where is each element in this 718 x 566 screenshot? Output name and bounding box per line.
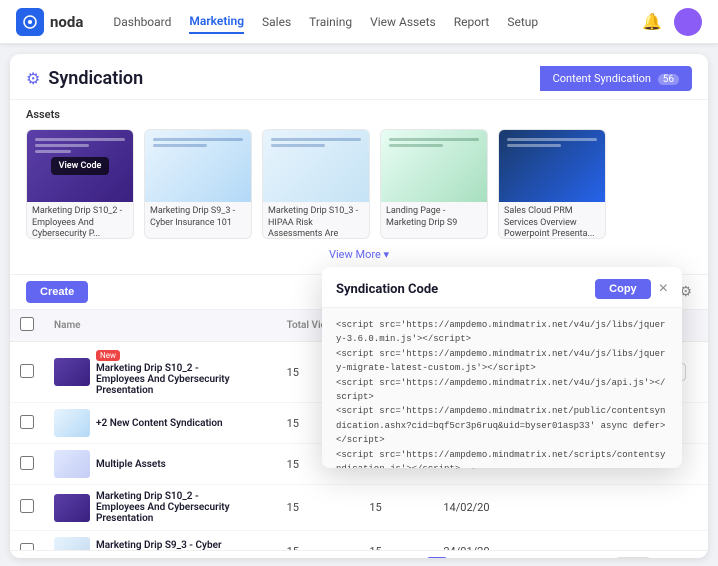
nav-report[interactable]: Report: [454, 11, 490, 33]
row-created-on: 14/02/20: [433, 485, 523, 531]
row-checkbox[interactable]: [20, 499, 34, 513]
asset-name-3: Marketing Drip S10_3 - HIPAA Risk Assess…: [263, 202, 369, 238]
asset-thumb-3: [263, 130, 369, 202]
pagination: Showing 1 to 10 of 103 entries 1 2 3 4 5…: [10, 550, 708, 558]
modal-header: Syndication Code Copy ×: [322, 267, 682, 308]
syndication-icon: ⚙: [26, 69, 40, 88]
modal-header-right: Copy ×: [595, 279, 668, 299]
table-row: Marketing Drip S9_3 - Cyber Insurance 10…: [10, 531, 708, 551]
row-created-on: 24/01/20: [433, 531, 523, 551]
page-title-row: ⚙ Syndication: [26, 68, 143, 89]
asset-thumb-2: [145, 130, 251, 202]
copy-button[interactable]: Copy: [595, 279, 651, 299]
logo-icon: [16, 8, 44, 36]
code-line: <script src='https://ampdemo.mindmatrix.…: [336, 318, 668, 347]
bell-icon[interactable]: 🔔: [642, 12, 662, 31]
page-5[interactable]: 5: [530, 557, 552, 558]
assets-grid: View Code Marketing Drip S10_2 - Employe…: [26, 129, 692, 239]
new-badge: New: [96, 350, 120, 361]
row-thumbnail: [54, 409, 90, 437]
asset-name-5: Sales Cloud PRM Services Overview Powerp…: [499, 202, 605, 238]
asset-card-4[interactable]: Landing Page - Marketing Drip S9: [380, 129, 488, 239]
col-name: Name: [44, 310, 277, 342]
row-name: Marketing Drip S10_2 - Employees And Cyb…: [96, 491, 236, 524]
row-total-views: 15: [277, 531, 360, 551]
top-nav: noda Dashboard Marketing Sales Training …: [0, 0, 718, 44]
page-header: ⚙ Syndication Content Syndication 56: [10, 54, 708, 100]
nav-marketing[interactable]: Marketing: [189, 10, 244, 34]
asset-thumb-1: View Code: [27, 130, 133, 202]
row-checkbox[interactable]: [20, 415, 34, 429]
row-checkbox[interactable]: [20, 543, 34, 551]
code-line: <script src='https://ampdemo.mindmatrix.…: [336, 404, 668, 447]
asset-thumb-4: [381, 130, 487, 202]
view-more-row: View More ▾: [26, 239, 692, 266]
pagination-pages: 1 2 3 4 5 Go to Page Go ›: [426, 557, 692, 558]
main-page: ⚙ Syndication Content Syndication 56 Ass…: [10, 54, 708, 558]
view-code-overlay-btn[interactable]: View Code: [51, 157, 110, 175]
nav-view-assets[interactable]: View Assets: [370, 11, 436, 33]
row-name: Marketing Drip S9_3 - Cyber Insurance 10…: [96, 540, 236, 550]
row-name: +2 New Content Syndication: [96, 418, 223, 429]
row-thumbnail: [54, 494, 90, 522]
row-name: Marketing Drip S10_2 - Employees And Cyb…: [96, 363, 236, 396]
row-thumbnail: [54, 358, 90, 386]
assets-section: Assets View Code Marketing Drip S10_2 - …: [10, 100, 708, 274]
page-title: Syndication: [48, 68, 143, 89]
page-3[interactable]: 3: [478, 557, 500, 558]
syndication-code-modal: Syndication Code Copy × <script src='htt…: [322, 267, 682, 468]
modal-code-block: <script src='https://ampdemo.mindmatrix.…: [322, 308, 682, 468]
page-tabs: Content Syndication 56: [540, 66, 692, 91]
view-more-link[interactable]: View More ▾: [329, 248, 389, 261]
row-name: Multiple Assets: [96, 459, 166, 470]
page-2[interactable]: 2: [452, 557, 474, 558]
modal-title: Syndication Code: [336, 282, 438, 297]
asset-name-2: Marketing Drip S9_3 - Cyber Insurance 10…: [145, 202, 251, 238]
create-button[interactable]: Create: [26, 281, 88, 303]
row-checkbox[interactable]: [20, 456, 34, 470]
table-row: Marketing Drip S10_2 - Employees And Cyb…: [10, 485, 708, 531]
nav-logo[interactable]: noda: [16, 8, 83, 36]
row-updated-on: [524, 485, 614, 531]
row-form-fills: 15: [359, 531, 433, 551]
row-thumbnail: [54, 450, 90, 478]
select-all-checkbox[interactable]: [20, 317, 34, 331]
user-avatar[interactable]: [674, 8, 702, 36]
code-line: <script src='https://ampdemo.mindmatrix.…: [336, 376, 668, 405]
row-thumbnail: [54, 537, 90, 550]
row-form-fills: 15: [359, 485, 433, 531]
modal-close-button[interactable]: ×: [659, 280, 668, 298]
asset-card-1[interactable]: View Code Marketing Drip S10_2 - Employe…: [26, 129, 134, 239]
assets-label: Assets: [26, 108, 692, 121]
logo-text: noda: [50, 13, 83, 31]
asset-name-4: Landing Page - Marketing Drip S9: [381, 202, 487, 238]
code-line: <script src='https://ampdemo.mindmatrix.…: [336, 448, 668, 468]
nav-links: Dashboard Marketing Sales Training View …: [113, 10, 642, 34]
asset-card-3[interactable]: Marketing Drip S10_3 - HIPAA Risk Assess…: [262, 129, 370, 239]
asset-thumb-5: [499, 130, 605, 202]
go-to-page-input[interactable]: [615, 557, 651, 558]
nav-right: 🔔: [642, 8, 702, 36]
tab-content-syndication[interactable]: Content Syndication 56: [540, 66, 692, 91]
row-checkbox[interactable]: [20, 364, 34, 378]
nav-training[interactable]: Training: [309, 11, 352, 33]
nav-dashboard[interactable]: Dashboard: [113, 11, 171, 33]
page-1[interactable]: 1: [426, 557, 448, 558]
row-total-views: 15: [277, 485, 360, 531]
code-line: <script src='https://ampdemo.mindmatrix.…: [336, 347, 668, 376]
asset-overlay-1[interactable]: View Code: [27, 130, 133, 202]
row-updated-on: [524, 531, 614, 551]
asset-card-2[interactable]: Marketing Drip S9_3 - Cyber Insurance 10…: [144, 129, 252, 239]
asset-name-1: Marketing Drip S10_2 - Employees And Cyb…: [27, 202, 133, 238]
nav-setup[interactable]: Setup: [507, 11, 538, 33]
asset-card-5[interactable]: Sales Cloud PRM Services Overview Powerp…: [498, 129, 606, 239]
page-4[interactable]: 4: [504, 557, 526, 558]
nav-sales[interactable]: Sales: [262, 11, 291, 33]
